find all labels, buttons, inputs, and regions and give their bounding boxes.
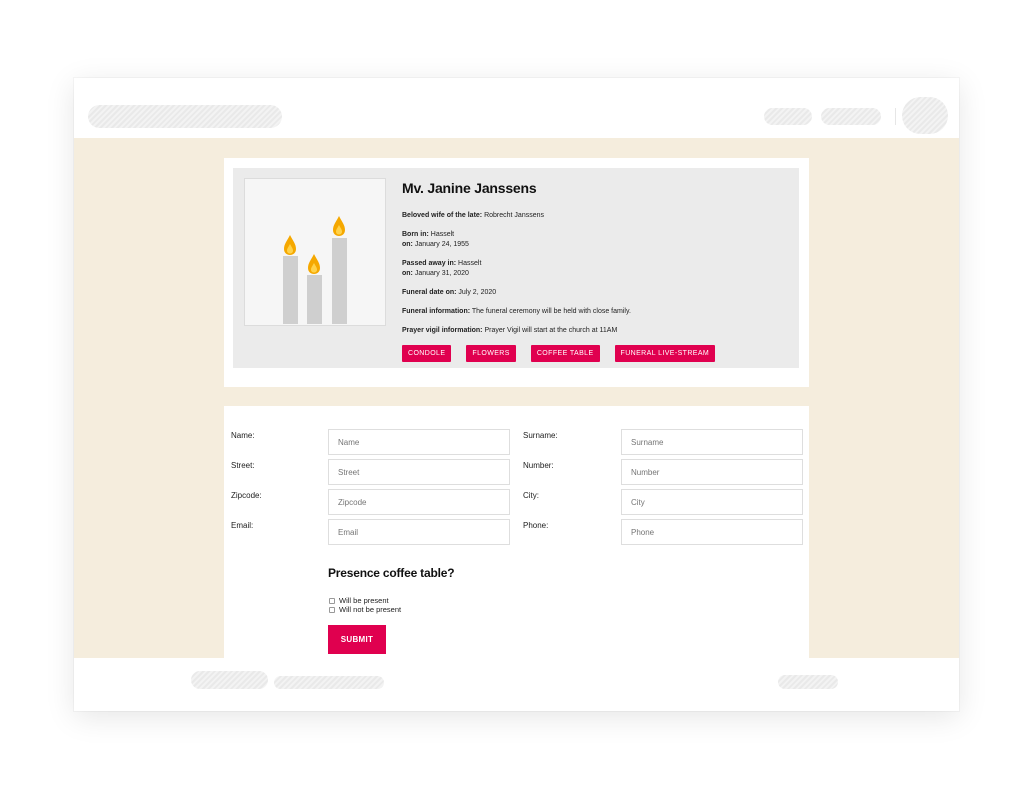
flame-icon bbox=[308, 254, 320, 274]
phone-label: Phone: bbox=[523, 521, 549, 530]
detail-funeral-info: Funeral information: The funeral ceremon… bbox=[402, 308, 631, 315]
top-bar bbox=[74, 78, 959, 138]
live-stream-button[interactable]: FUNERAL LIVE-STREAM bbox=[614, 345, 716, 362]
email-label: Email: bbox=[231, 521, 254, 530]
zipcode-input[interactable] bbox=[328, 489, 510, 515]
name-label: Name: bbox=[231, 431, 255, 440]
option-label: Will not be present bbox=[339, 605, 402, 614]
footer-bar bbox=[74, 658, 959, 711]
logo-placeholder bbox=[88, 105, 282, 128]
detail-deathdate: on: January 31, 2020 bbox=[402, 270, 469, 277]
street-label: Street: bbox=[231, 461, 255, 470]
flame-icon bbox=[284, 235, 296, 255]
checkbox-will-not-be-present[interactable] bbox=[329, 606, 335, 613]
phone-input[interactable] bbox=[621, 519, 803, 545]
city-label: City: bbox=[523, 491, 539, 500]
condole-button[interactable]: CONDOLE bbox=[402, 345, 452, 362]
city-input[interactable] bbox=[621, 489, 803, 515]
avatar-placeholder[interactable] bbox=[902, 97, 948, 134]
obituary-card: Mv. Janine Janssens Beloved wife of the … bbox=[224, 158, 809, 387]
number-label: Number: bbox=[523, 461, 554, 470]
obituary-info: Mv. Janine Janssens Beloved wife of the … bbox=[402, 180, 792, 362]
detail-birthplace: Born in: Hasselt bbox=[402, 231, 455, 238]
surname-input[interactable] bbox=[621, 429, 803, 455]
zipcode-label: Zipcode: bbox=[231, 491, 262, 500]
nav-placeholder-1[interactable] bbox=[764, 108, 812, 125]
checkbox-will-be-present[interactable] bbox=[329, 597, 335, 604]
coffee-table-form: Name: Surname: Street: Number: Zipcode: … bbox=[224, 406, 809, 658]
action-buttons: CONDOLE FLOWERS COFFEE TABLE FUNERAL LIV… bbox=[402, 345, 792, 362]
number-input[interactable] bbox=[621, 459, 803, 485]
option-label: Will be present bbox=[339, 596, 389, 605]
detail-deathplace: Passed away in: Hasselt bbox=[402, 260, 482, 267]
street-input[interactable] bbox=[328, 459, 510, 485]
footer-placeholder-3[interactable] bbox=[778, 675, 838, 689]
obituary-panel: Mv. Janine Janssens Beloved wife of the … bbox=[233, 168, 799, 368]
detail-birthdate: on: January 24, 1955 bbox=[402, 241, 469, 248]
submit-button[interactable]: SUBMIT bbox=[328, 625, 386, 654]
option-will-not-be-present[interactable]: Will not be present bbox=[329, 605, 401, 614]
presence-question: Presence coffee table? bbox=[328, 566, 455, 580]
flowers-button[interactable]: FLOWERS bbox=[466, 345, 516, 362]
coffee-table-button[interactable]: COFFEE TABLE bbox=[530, 345, 600, 362]
nav-placeholder-2[interactable] bbox=[821, 108, 881, 125]
detail-vigil-info: Prayer vigil information: Prayer Vigil w… bbox=[402, 327, 618, 334]
nav-divider bbox=[895, 108, 896, 125]
surname-label: Surname: bbox=[523, 431, 558, 440]
detail-spouse: Beloved wife of the late: Robrecht Janss… bbox=[402, 212, 544, 219]
email-input[interactable] bbox=[328, 519, 510, 545]
deceased-name: Mv. Janine Janssens bbox=[402, 180, 537, 196]
candle-middle bbox=[307, 275, 322, 324]
candle-left bbox=[283, 256, 298, 324]
flame-icon bbox=[333, 216, 345, 236]
candle-right bbox=[332, 238, 347, 324]
candles-illustration bbox=[244, 178, 386, 326]
detail-funeral-date: Funeral date on: July 2, 2020 bbox=[402, 289, 497, 296]
footer-placeholder-2[interactable] bbox=[274, 676, 384, 689]
option-will-be-present[interactable]: Will be present bbox=[329, 596, 389, 605]
browser-window: Mv. Janine Janssens Beloved wife of the … bbox=[74, 78, 959, 711]
page-content: Mv. Janine Janssens Beloved wife of the … bbox=[74, 138, 959, 658]
footer-placeholder-1[interactable] bbox=[191, 671, 268, 689]
name-input[interactable] bbox=[328, 429, 510, 455]
